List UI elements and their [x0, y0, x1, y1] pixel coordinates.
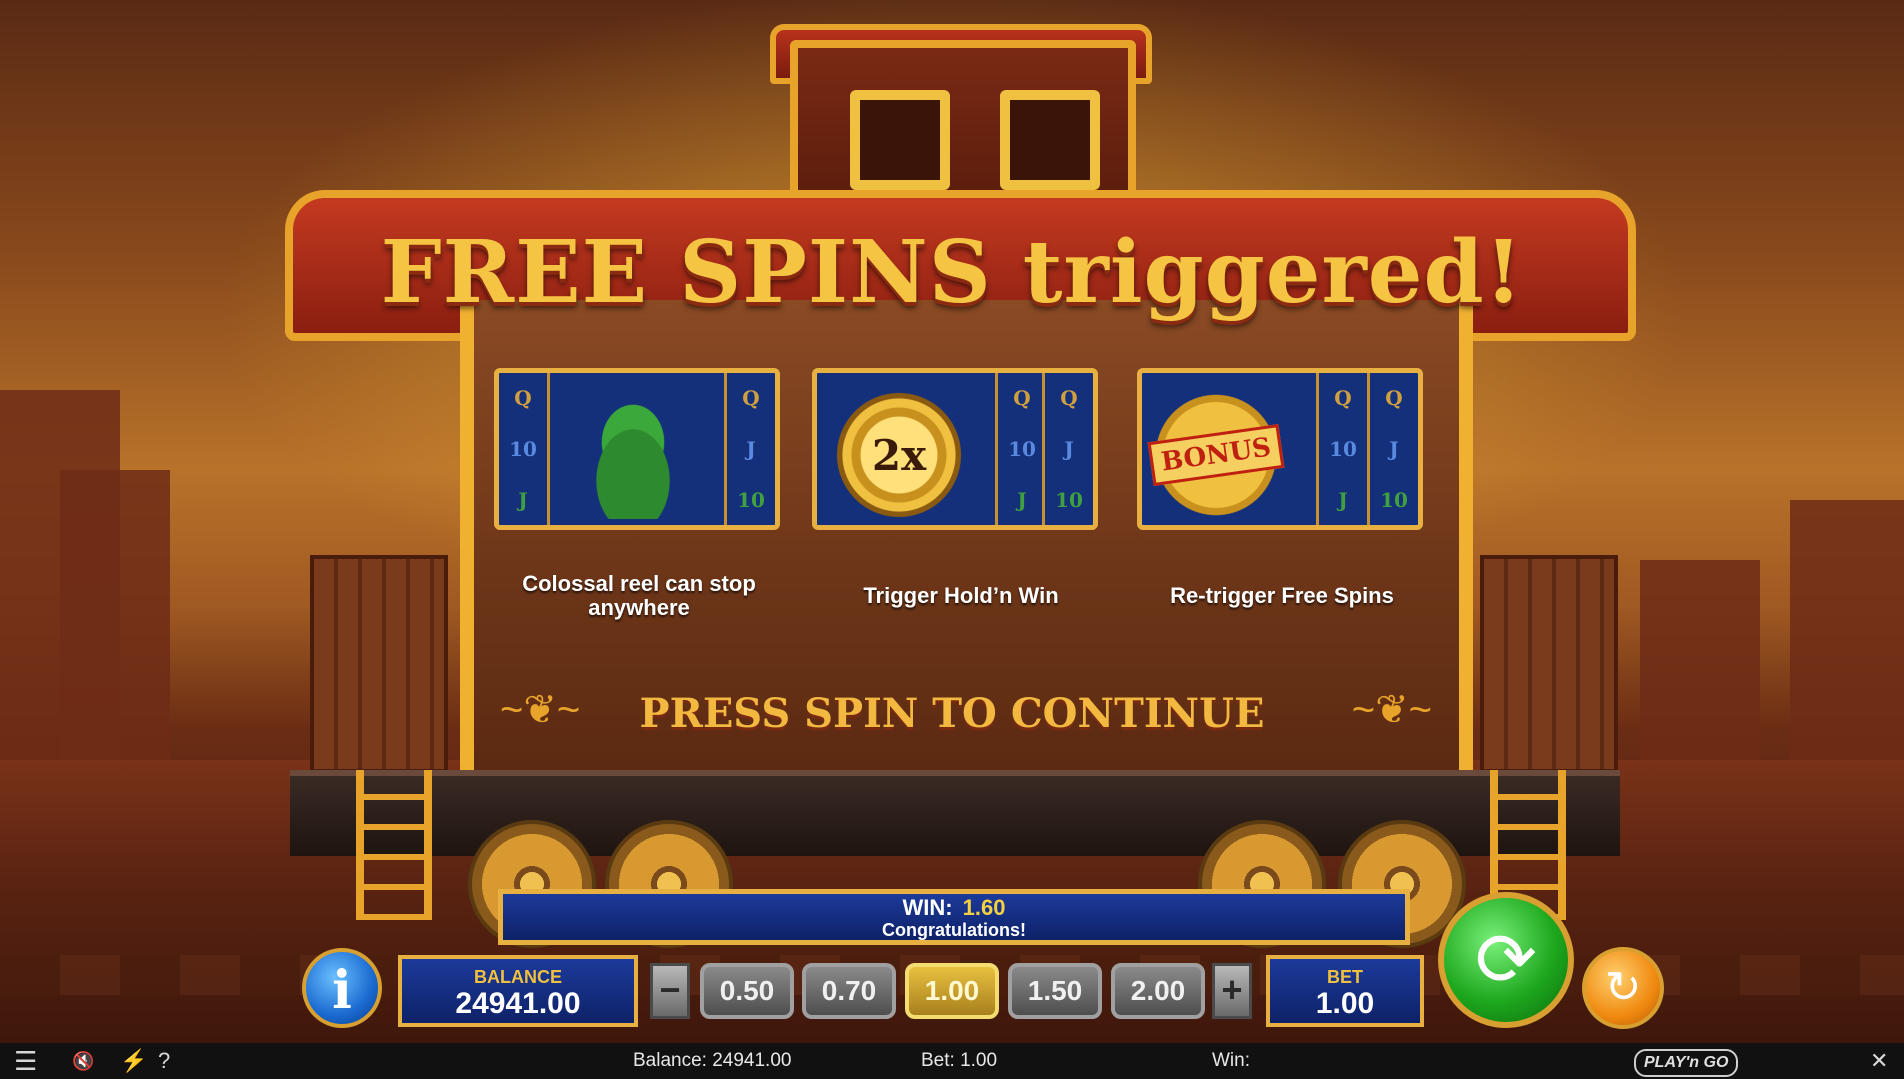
- status-win: Win:: [1212, 1050, 1250, 1071]
- balance-label: BALANCE: [474, 967, 562, 987]
- bet-option[interactable]: 2.00: [1111, 963, 1205, 1019]
- caboose-side-left: [310, 555, 448, 773]
- feature-caption-retrigger: Re-trigger Free Spins: [1170, 583, 1394, 608]
- reel-symbol: Q: [742, 386, 760, 411]
- bet-decrease-button[interactable]: −: [650, 963, 690, 1019]
- close-icon[interactable]: ✕: [1870, 1043, 1888, 1079]
- bet-label: BET: [1327, 967, 1363, 987]
- bonus-label: BONUS: [1147, 424, 1285, 486]
- bonus-coin-icon: BONUS: [1147, 391, 1285, 519]
- reel-symbol: Q: [514, 386, 532, 411]
- win-line: WIN: 1.60: [503, 896, 1405, 920]
- sound-off-icon[interactable]: 🔇: [72, 1043, 94, 1079]
- ladder-left: [356, 770, 432, 920]
- balance-display: BALANCE 24941.00: [398, 955, 638, 1027]
- turbo-icon[interactable]: ⚡: [120, 1043, 147, 1079]
- cupola-window-right: [1000, 90, 1100, 190]
- reel-symbol: J: [1064, 436, 1074, 461]
- reel-symbol: Q: [1060, 386, 1078, 411]
- press-spin-prompt: PRESS SPIN TO CONTINUE: [639, 690, 1265, 737]
- bet-display: BET 1.00: [1266, 955, 1424, 1027]
- cupola-window-left: [850, 90, 950, 190]
- playngo-logo: PLAY'n GO: [1634, 1049, 1739, 1077]
- bet-value: 1.00: [1315, 987, 1375, 1020]
- reel-strip-right: Q J 10: [1042, 373, 1093, 525]
- status-bet: Bet: 1.00: [921, 1050, 998, 1071]
- game-scene: FREE SPINS triggered! Q 10 J Q J 10 Colo…: [0, 0, 1904, 1043]
- bet-increase-button[interactable]: +: [1212, 963, 1252, 1019]
- reel-symbol: Q: [1385, 386, 1403, 411]
- reel-symbol: J: [1017, 487, 1027, 512]
- reel-strip-middle: Q 10 J: [1316, 373, 1367, 525]
- feature-caption-colossal-reel: Colossal reel can stop anywhere: [522, 571, 756, 620]
- reel-strip-left: Q 10 J: [499, 373, 550, 525]
- status-bar: ☰ 🔇 ⚡ ? Balance: 24941.00 Bet: 1.00 Win:…: [0, 1043, 1904, 1079]
- reel-strip-right: Q J 10: [724, 373, 775, 525]
- reel-symbol: 10: [1380, 487, 1408, 512]
- win-label: WIN:: [902, 895, 953, 920]
- info-button[interactable]: i: [302, 948, 382, 1028]
- reel-symbol: 10: [737, 487, 765, 512]
- bet-option[interactable]: 0.50: [700, 963, 794, 1019]
- free-spins-title: FREE SPINS triggered!: [380, 222, 1524, 323]
- win-message: Congratulations!: [882, 920, 1026, 940]
- win-amount: 1.60: [962, 895, 1006, 920]
- reel-symbol: Q: [1013, 386, 1031, 411]
- reel-symbol: J: [1389, 436, 1399, 461]
- reel-symbol: J: [1338, 487, 1348, 512]
- reel-symbol: J: [746, 436, 756, 461]
- multiplier-coin-icon: 2x: [835, 391, 963, 519]
- reel-symbol: 10: [1329, 436, 1357, 461]
- reel-symbol: J: [518, 487, 528, 512]
- reel-strip-middle: Q 10 J: [995, 373, 1046, 525]
- feature-caption-hold-n-win: Trigger Hold’n Win: [863, 583, 1059, 608]
- menu-icon[interactable]: ☰: [14, 1043, 37, 1079]
- reel-strip-right: Q J 10: [1367, 373, 1418, 525]
- caboose-side-right: [1480, 555, 1618, 773]
- reel-symbol: 10: [1008, 436, 1036, 461]
- reel-symbol: Q: [1334, 386, 1352, 411]
- bet-option-selected[interactable]: 1.00: [905, 963, 999, 1019]
- autoplay-button[interactable]: ↻: [1582, 947, 1664, 1029]
- bet-option[interactable]: 0.70: [802, 963, 896, 1019]
- help-icon[interactable]: ?: [158, 1043, 170, 1079]
- bet-option[interactable]: 1.50: [1008, 963, 1102, 1019]
- reel-symbol: 10: [509, 436, 537, 461]
- multiplier-label: 2x: [871, 430, 927, 480]
- feature-card-colossal-reel: Q 10 J Q J 10: [494, 368, 780, 530]
- conductor-hat-icon: [569, 391, 697, 519]
- win-panel: WIN: 1.60 Congratulations!: [498, 889, 1410, 945]
- feature-card-retrigger: BONUS Q 10 J Q J 10: [1137, 368, 1423, 530]
- feature-card-hold-n-win: 2x Q 10 J Q J 10: [812, 368, 1098, 530]
- reel-symbol: 10: [1055, 487, 1083, 512]
- mesa-right-2: [1790, 500, 1904, 800]
- spin-button[interactable]: ⟳: [1438, 892, 1574, 1028]
- flourish-right-icon: ~❦~: [1351, 688, 1432, 732]
- status-balance: Balance: 24941.00: [633, 1050, 792, 1071]
- balance-value: 24941.00: [455, 987, 581, 1020]
